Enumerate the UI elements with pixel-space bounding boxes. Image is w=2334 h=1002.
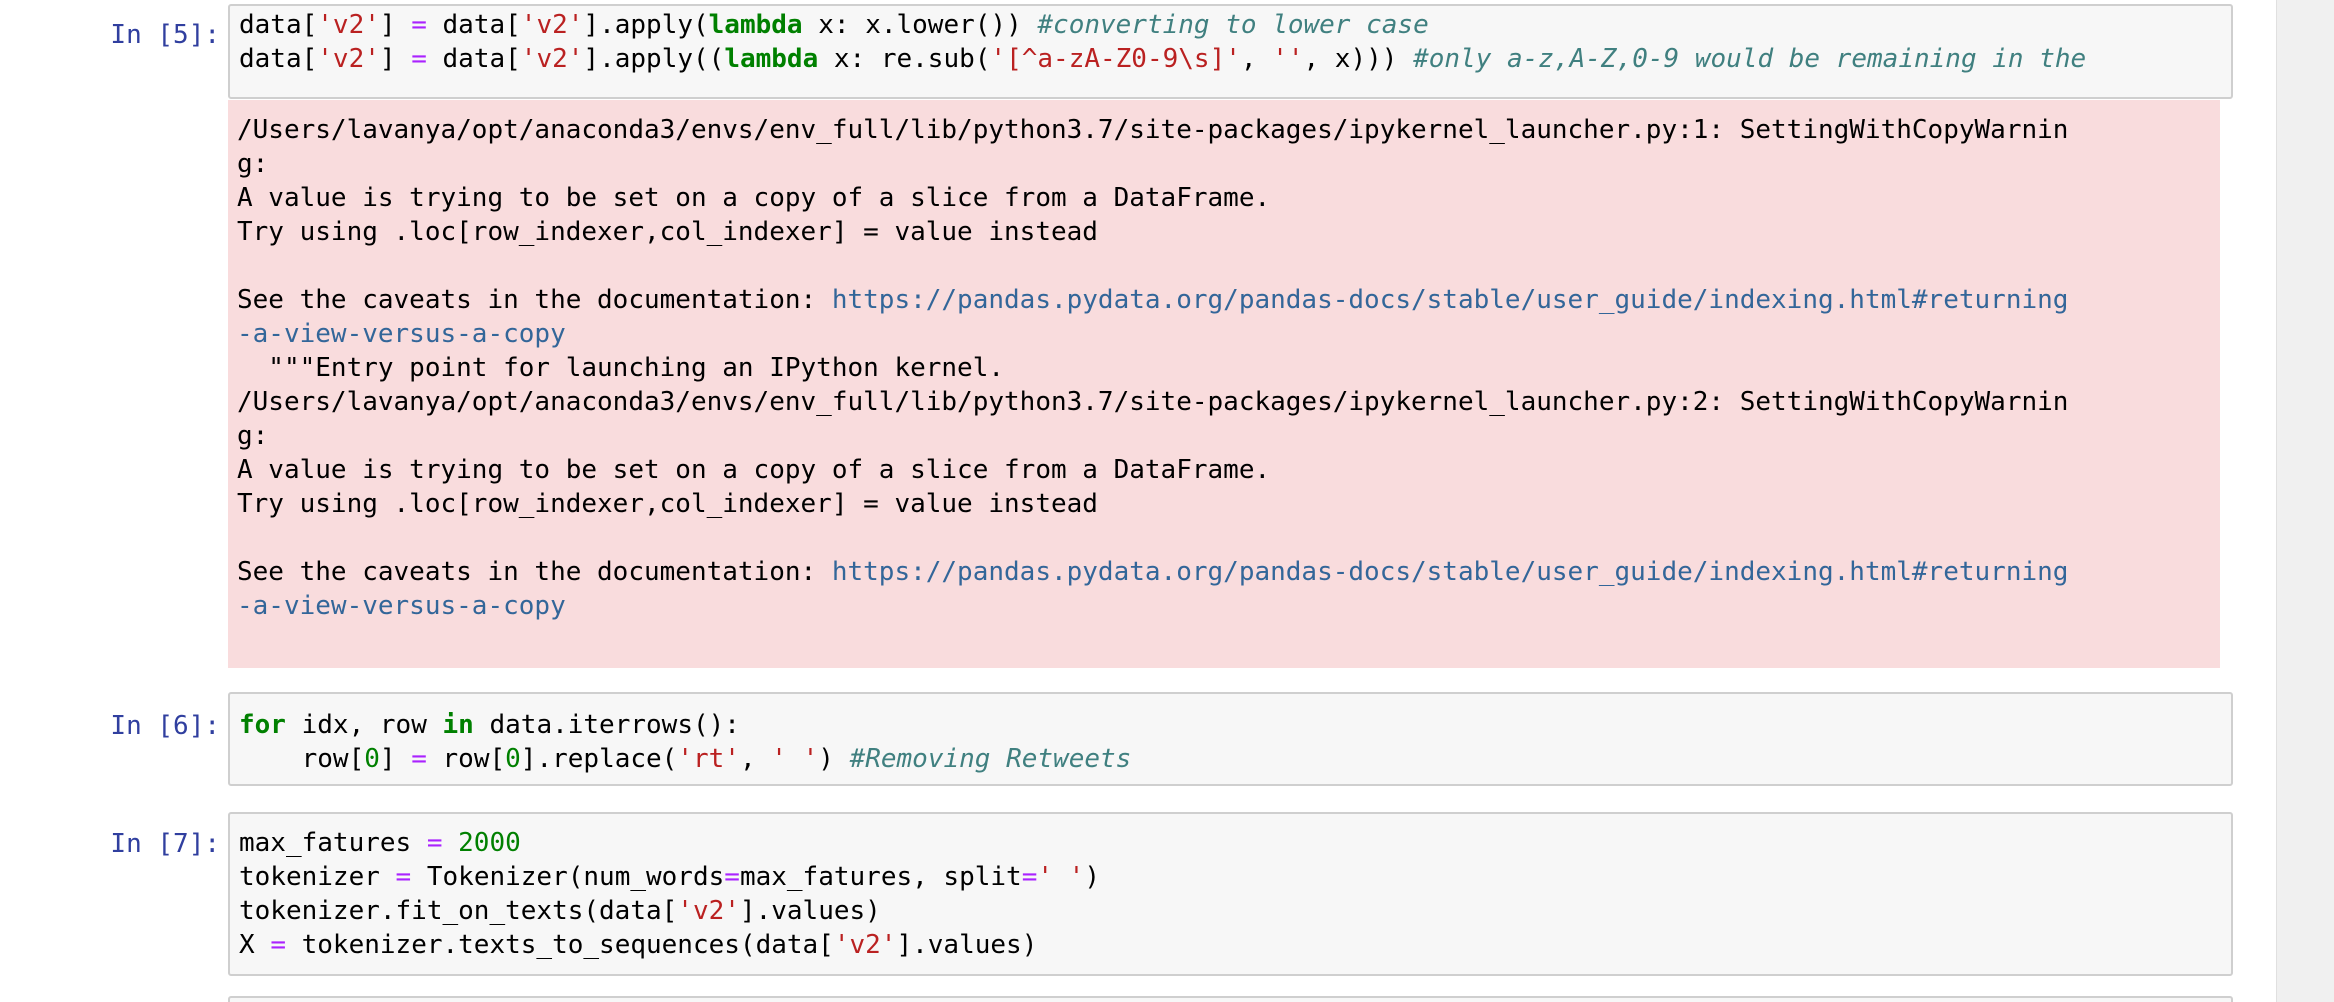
input-prompt: In [6]: — [110, 711, 220, 741]
input-prompt: In [5]: — [110, 20, 220, 50]
code-text: max_fatures = 2000 tokenizer = Tokenizer… — [239, 828, 1100, 960]
code-editor[interactable]: data['v2'] = data['v2'].apply(lambda x: … — [228, 4, 2233, 99]
documentation-link-cont[interactable]: -a-view-versus-a-copy — [237, 591, 566, 621]
code-editor[interactable]: for idx, row in data.iterrows(): row[0] … — [228, 692, 2233, 786]
documentation-link-cont[interactable]: -a-view-versus-a-copy — [237, 319, 566, 349]
code-cell-6[interactable]: In [6]: for idx, row in data.iterrows():… — [0, 690, 2276, 786]
code-cell-7[interactable]: In [7]: max_fatures = 2000 tokenizer = T… — [0, 810, 2276, 978]
code-text: for idx, row in data.iterrows(): row[0] … — [239, 710, 1132, 774]
documentation-link[interactable]: https://pandas.pydata.org/pandas-docs/st… — [832, 557, 2069, 587]
notebook-container: In [5]: data['v2'] = data['v2'].apply(la… — [0, 0, 2276, 1002]
next-code-cell[interactable] — [228, 996, 2233, 1002]
code-cell-5[interactable]: In [5]: data['v2'] = data['v2'].apply(la… — [0, 0, 2276, 670]
documentation-link[interactable]: https://pandas.pydata.org/pandas-docs/st… — [832, 285, 2069, 315]
input-prompt: In [7]: — [110, 829, 220, 859]
warning-text: /Users/lavanya/opt/anaconda3/envs/env_fu… — [237, 115, 2069, 621]
scrollbar[interactable] — [2276, 0, 2334, 1002]
code-text: data['v2'] = data['v2'].apply(lambda x: … — [239, 10, 2087, 74]
code-editor[interactable]: max_fatures = 2000 tokenizer = Tokenizer… — [228, 812, 2233, 976]
stderr-output: /Users/lavanya/opt/anaconda3/envs/env_fu… — [228, 100, 2220, 668]
